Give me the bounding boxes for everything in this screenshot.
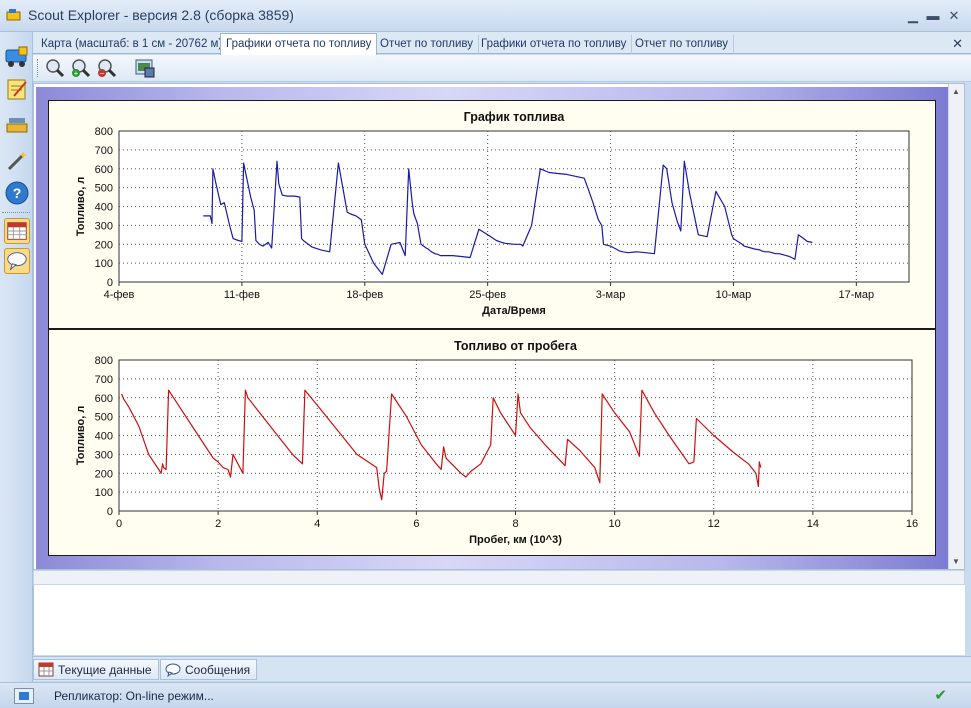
calendar-icon[interactable]: [4, 218, 30, 244]
y-tick-label: 500: [95, 183, 113, 195]
x-tick-label: 17-мар: [838, 289, 874, 301]
y-tick-label: 400: [95, 431, 113, 443]
tab-fuel-report-charts-active[interactable]: Графики отчета по топливу: [220, 33, 378, 55]
lower-pane: [33, 585, 965, 655]
y-tick-label: 100: [95, 487, 113, 499]
tab-messages[interactable]: Сообщения: [160, 659, 258, 680]
fuel-vs-mileage-chart-panel: Топливо от пробега 0 100 200 300 400 500 600 700…: [48, 329, 936, 556]
y-tick-label: 700: [95, 145, 113, 157]
x-tick-label: 25-фев: [469, 289, 506, 301]
tab-fuel-report[interactable]: Отчет по топливу: [375, 35, 479, 54]
toolbar-grip: [37, 59, 39, 77]
vehicle-icon[interactable]: [4, 44, 30, 70]
bottom-panel-tabs: Текущие данные Сообщения: [33, 656, 971, 681]
chart-vertical-scrollbar[interactable]: ▲ ▼: [948, 84, 964, 569]
y-tick-label: 500: [95, 412, 113, 424]
x-tick-label: 16: [906, 518, 918, 530]
x-tick-label: 10: [609, 518, 621, 530]
chart-toolbar: + −: [33, 55, 971, 82]
x-tick-label: 4-фев: [104, 289, 135, 301]
x-tick-label: 10-мар: [716, 289, 752, 301]
tab-fuel-report-charts-2[interactable]: Графики отчета по топливу: [476, 35, 633, 54]
chart-title: Топливо от пробега: [454, 339, 578, 353]
status-bar: Репликатор: On-line режим... ✔: [0, 682, 971, 708]
y-tick-label: 600: [95, 164, 113, 176]
x-tick-label: 8: [512, 518, 518, 530]
help-icon[interactable]: ?: [4, 180, 30, 206]
tab-fuel-report-2[interactable]: Отчет по топливу: [630, 35, 734, 54]
chart-title: График топлива: [464, 110, 566, 124]
close-tab-icon[interactable]: ✕: [952, 36, 963, 52]
y-tick-label: 700: [95, 374, 113, 386]
document-tabs: Карта (масштаб: в 1 см - 20762 м) График…: [33, 32, 971, 55]
message-icon: [165, 663, 181, 677]
chart-frame: График топлива 0 100 200 300 400 500 600 700 800 4…: [36, 87, 949, 569]
x-tick-label: 18-фев: [346, 289, 383, 301]
app-logo-icon: [6, 9, 21, 21]
scroll-up-icon[interactable]: ▲: [952, 87, 960, 96]
y-tick-label: 400: [95, 202, 113, 214]
message-icon[interactable]: [4, 248, 30, 274]
x-tick-label: 14: [807, 518, 819, 530]
x-tick-label: 6: [413, 518, 419, 530]
notes-icon[interactable]: [4, 76, 30, 102]
tab-messages-label: Сообщения: [185, 663, 251, 677]
minimize-button[interactable]: ▁: [905, 8, 921, 24]
fuel-vs-mileage-chart: Топливо от пробега0100200300400500600700…: [75, 339, 918, 546]
y-tick-label: 200: [95, 468, 113, 480]
plot-area: [118, 130, 910, 283]
zoom-icon[interactable]: [43, 57, 67, 79]
status-ok-icon: ✔: [934, 687, 947, 704]
y-tick-label: 300: [95, 220, 113, 232]
y-tick-label: 600: [95, 393, 113, 405]
x-tick-label: 2: [215, 518, 221, 530]
y-tick-label: 300: [95, 449, 113, 461]
x-tick-label: 4: [314, 518, 320, 530]
tab-map[interactable]: Карта (масштаб: в 1 см - 20762 м): [36, 35, 229, 54]
y-axis-label: Топливо, л: [75, 406, 87, 466]
x-tick-label: 3-мар: [596, 289, 626, 301]
x-axis-label: Пробег, км (10^3): [469, 534, 562, 546]
svg-text:+: +: [74, 69, 79, 78]
tab-current-data[interactable]: Текущие данные: [33, 659, 159, 680]
ruler-icon[interactable]: [4, 112, 30, 138]
y-tick-label: 200: [95, 239, 113, 251]
tab-current-data-label: Текущие данные: [58, 663, 152, 677]
left-toolbar-separator: [2, 212, 30, 214]
y-tick-label: 800: [95, 355, 113, 367]
status-text: Репликатор: On-line режим...: [54, 689, 214, 703]
scroll-down-icon[interactable]: ▼: [952, 557, 960, 566]
calendar-icon: [38, 662, 54, 677]
maximize-button[interactable]: ▬: [925, 8, 941, 24]
x-tick-label: 0: [116, 518, 122, 530]
y-tick-label: 0: [107, 277, 113, 289]
fuel-chart-panel: График топлива 0 100 200 300 400 500 600 700 800 4…: [48, 100, 936, 329]
chart-area: График топлива 0 100 200 300 400 500 600 700 800 4…: [33, 83, 965, 570]
title-bar: Scout Explorer - версия 2.8 (сборка 3859…: [0, 0, 971, 32]
svg-text:−: −: [100, 69, 105, 78]
fuel-chart: График топлива 0 100 200 300 400 500 600 700 800 4…: [75, 110, 910, 317]
x-axis-label: Дата/Время: [482, 305, 546, 317]
x-tick-label: 11-фев: [224, 289, 260, 301]
save-image-icon[interactable]: [133, 57, 157, 79]
zoom-out-icon[interactable]: −: [95, 57, 119, 79]
magic-wand-icon[interactable]: [4, 148, 30, 174]
left-toolbar: ?: [0, 32, 33, 682]
x-tick-label: 12: [708, 518, 720, 530]
y-axis-label: Топливо, л: [75, 177, 87, 237]
chart-horizontal-scrollbar[interactable]: [33, 570, 965, 585]
replicator-icon[interactable]: [14, 688, 34, 704]
svg-text:?: ?: [13, 185, 22, 201]
y-tick-label: 0: [107, 506, 113, 518]
window-title: Scout Explorer - версия 2.8 (сборка 3859…: [28, 7, 294, 23]
y-tick-label: 800: [95, 126, 113, 138]
close-button[interactable]: ✕: [946, 8, 962, 24]
zoom-in-icon[interactable]: +: [69, 57, 93, 79]
y-tick-label: 100: [95, 258, 113, 270]
